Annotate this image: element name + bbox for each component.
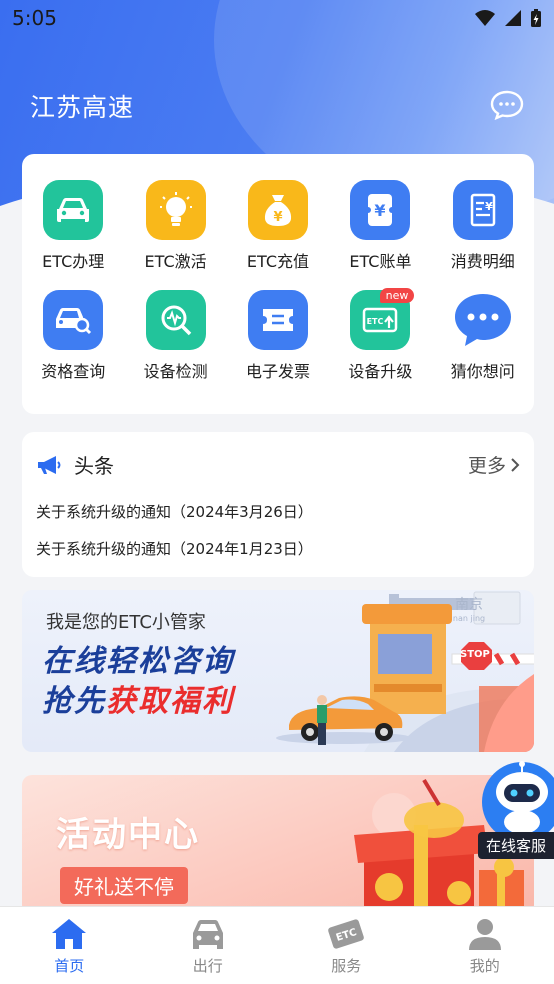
city-sign-name: 南京 — [455, 597, 483, 613]
wifi-icon — [475, 10, 495, 26]
status-icons — [474, 8, 542, 28]
grid-item-eligibility-query[interactable]: 资格查询 — [22, 290, 124, 382]
service-grid-card: ETC办理 ETC激活 ¥ ETC充值 ¥ ETC账单 ¥ 消费明细 资格查询 … — [22, 154, 534, 414]
home-icon — [52, 919, 87, 949]
new-badge: new — [379, 288, 415, 303]
grid-item-e-invoice[interactable]: 电子发票 — [227, 290, 329, 382]
etc-tag-icon: ETC — [328, 919, 365, 949]
banner-headline-2b: 获取福利 — [106, 684, 234, 719]
grid-label: ETC充值 — [246, 252, 310, 271]
signal-icon — [505, 10, 521, 26]
bill-icon: ¥ — [350, 180, 411, 240]
more-link[interactable]: 更多 — [468, 451, 520, 478]
status-bar: 5:05 — [0, 0, 554, 36]
activity-center-banner[interactable]: 活动中心 好礼送不停 — [22, 775, 534, 915]
banner-subtitle: 我是您的ETC小管家 — [46, 612, 206, 633]
grid-item-etc-bill[interactable]: ¥ ETC账单 — [329, 180, 431, 272]
money-bag-icon: ¥ — [247, 180, 308, 240]
grid-item-etc-activate[interactable]: ETC激活 — [124, 180, 226, 272]
message-icon[interactable] — [490, 90, 524, 120]
car-icon — [43, 180, 104, 240]
tab-mine[interactable]: 我的 — [416, 907, 554, 984]
tab-service[interactable]: ETC 服务 — [277, 907, 416, 984]
chevron-right-icon — [511, 457, 520, 472]
grid-item-consumption-detail[interactable]: ¥ 消费明细 — [432, 180, 534, 272]
grid-item-etc-recharge[interactable]: ¥ ETC充值 — [227, 180, 329, 272]
lightbulb-icon — [145, 180, 206, 240]
grid-label: 资格查询 — [41, 362, 106, 381]
online-service-label[interactable]: 在线客服 — [477, 832, 554, 859]
city-sign: 南京 nan jing — [446, 596, 492, 624]
megaphone-icon — [38, 455, 61, 474]
user-icon — [468, 919, 501, 950]
bottom-tab-bar: 首页 出行 ETC 服务 我的 — [0, 906, 554, 984]
stop-sign-label: STOP — [460, 649, 490, 660]
car-search-icon — [43, 290, 104, 350]
tab-travel[interactable]: 出行 — [139, 907, 278, 984]
service-grid: ETC办理 ETC激活 ¥ ETC充值 ¥ ETC账单 ¥ 消费明细 资格查询 … — [22, 154, 534, 382]
city-sign-pinyin: nan jing — [452, 614, 486, 623]
chat-bubble-icon — [453, 290, 513, 350]
activity-title: 活动中心 — [56, 815, 200, 855]
banner-headline-2: 抢先获取福利 — [42, 676, 234, 720]
tab-home[interactable]: 首页 — [0, 907, 139, 984]
grid-label: 猜你想问 — [450, 362, 515, 381]
grid-label: 设备检测 — [143, 362, 208, 381]
headlines-card: 头条 更多 关于系统升级的通知（2024年3月26日） 关于系统升级的通知（20… — [22, 432, 534, 577]
status-time: 5:05 — [12, 6, 57, 30]
grid-label: 设备升级 — [348, 362, 413, 381]
grid-item-device-upgrade[interactable]: ETC new 设备升级 — [329, 288, 431, 382]
tab-label: 服务 — [331, 957, 362, 975]
etc-upgrade-icon: ETC new — [350, 288, 415, 350]
car-front-icon — [192, 920, 223, 949]
consult-banner[interactable]: 南京 nan jing STOP 我是您的ETC小管家 在线轻松咨询 抢先获取福… — [22, 590, 534, 752]
svg-text:¥: ¥ — [485, 200, 493, 213]
tab-label: 首页 — [54, 957, 85, 975]
toll-station-illustration — [276, 591, 534, 752]
more-label: 更多 — [467, 455, 506, 477]
grid-item-faq[interactable]: 猜你想问 — [432, 290, 534, 382]
grid-item-device-check[interactable]: 设备检测 — [124, 290, 226, 382]
tab-label: 我的 — [469, 957, 500, 975]
invoice-icon — [247, 290, 308, 350]
news-item[interactable]: 关于系统升级的通知（2024年1月23日） — [22, 538, 534, 559]
grid-label: ETC账单 — [349, 252, 412, 271]
grid-label: 电子发票 — [245, 362, 310, 381]
banner-headline-2a: 抢先 — [42, 684, 106, 719]
news-item[interactable]: 关于系统升级的通知（2024年3月26日） — [22, 501, 534, 522]
svg-text:ETC: ETC — [367, 317, 384, 326]
svg-text:¥: ¥ — [375, 201, 386, 220]
app-title: 江苏高速 — [30, 93, 135, 122]
grid-label: 消费明细 — [450, 252, 515, 271]
svg-text:¥: ¥ — [273, 210, 282, 225]
tab-label: 出行 — [192, 957, 223, 975]
receipt-icon: ¥ — [452, 180, 513, 240]
banner-headline-1: 在线轻松咨询 — [42, 644, 234, 679]
grid-label: ETC办理 — [42, 252, 105, 271]
grid-item-etc-apply[interactable]: ETC办理 — [22, 180, 124, 272]
battery-icon — [531, 9, 541, 27]
activity-button[interactable]: 好礼送不停 — [60, 867, 188, 904]
headlines-title: 头条 — [74, 454, 114, 478]
device-check-icon — [145, 290, 206, 350]
grid-label: ETC激活 — [144, 252, 207, 271]
headlines-header: 头条 更多 — [22, 432, 534, 479]
